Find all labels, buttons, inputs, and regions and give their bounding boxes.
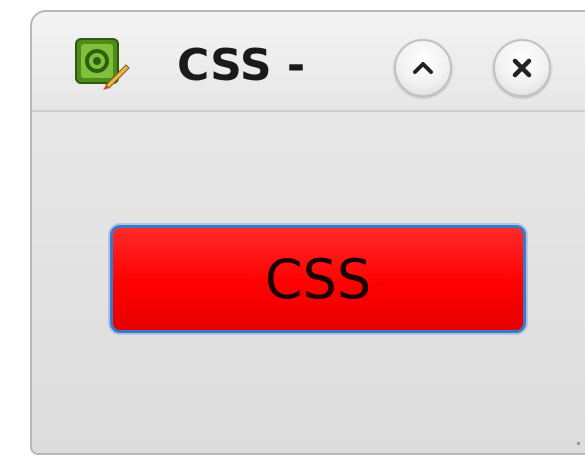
css-button[interactable]: CSS	[110, 225, 526, 333]
close-button[interactable]	[493, 39, 551, 97]
application-window: CSS - CSS	[30, 10, 585, 455]
image-editor-icon	[75, 38, 130, 90]
resize-grip[interactable]	[577, 442, 580, 445]
title-bar[interactable]: CSS -	[32, 12, 585, 112]
chevron-up-icon	[413, 62, 433, 74]
close-icon	[512, 58, 532, 78]
window-title: CSS -	[177, 40, 306, 91]
window-content: CSS	[32, 112, 585, 453]
minimize-button[interactable]	[394, 39, 452, 97]
